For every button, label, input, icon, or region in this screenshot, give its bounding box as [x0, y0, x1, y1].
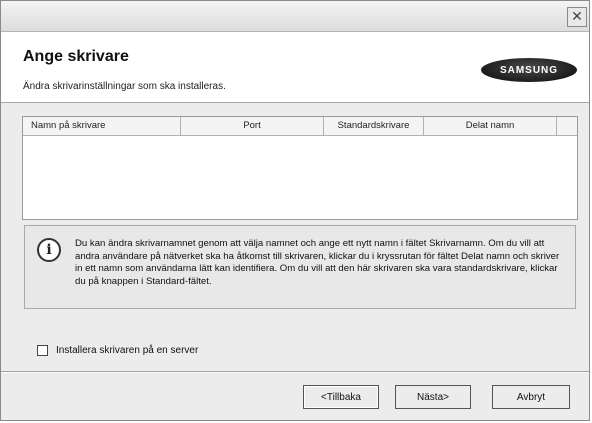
close-icon: ✕ [571, 9, 583, 25]
installer-window: ✕ Ange skrivare Ändra skrivarinställning… [0, 0, 590, 421]
install-on-server-checkbox[interactable] [37, 345, 48, 356]
back-button[interactable]: <Tillbaka [303, 385, 379, 409]
page-title: Ange skrivare [23, 48, 129, 65]
footer-divider [1, 371, 589, 373]
table-body [23, 136, 577, 220]
info-icon: i [37, 238, 61, 262]
title-bar: ✕ [1, 1, 589, 32]
column-default-printer[interactable]: Standardskrivare [324, 117, 424, 135]
logo-text: SAMSUNG [499, 64, 559, 76]
header-panel: Ange skrivare Ändra skrivarinställningar… [1, 32, 589, 103]
info-text: Du kan ändra skrivarnamnet genom att väl… [75, 238, 560, 287]
cancel-button[interactable]: Avbryt [492, 385, 570, 409]
column-printer-name[interactable]: Namn på skrivare [23, 117, 181, 135]
server-option-row: Installera skrivaren på en server [37, 345, 198, 356]
info-box: i Du kan ändra skrivarnamnet genom att v… [24, 225, 576, 309]
close-button[interactable]: ✕ [567, 7, 587, 27]
column-extra [557, 117, 577, 135]
page-subtitle: Ändra skrivarinställningar som ska insta… [23, 81, 226, 92]
samsung-logo: SAMSUNG [481, 58, 577, 82]
printer-table[interactable]: Namn på skrivare Port Standardskrivare D… [22, 116, 578, 220]
next-button[interactable]: Nästa> [395, 385, 471, 409]
table-header: Namn på skrivare Port Standardskrivare D… [23, 117, 577, 136]
install-on-server-label[interactable]: Installera skrivaren på en server [56, 345, 198, 356]
column-shared-name[interactable]: Delat namn [424, 117, 557, 135]
column-port[interactable]: Port [181, 117, 324, 135]
